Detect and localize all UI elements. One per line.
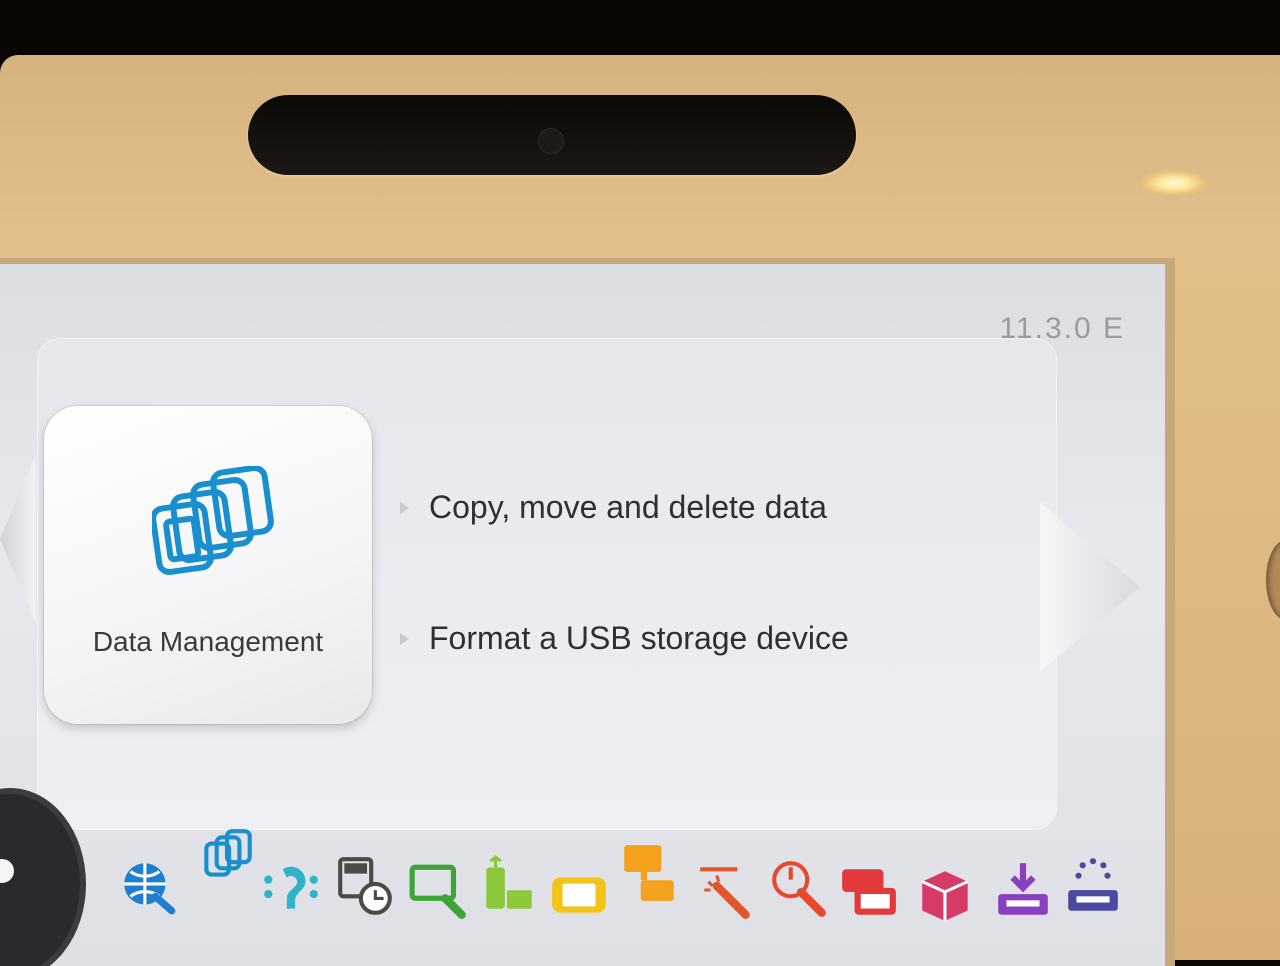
screen-settings-icon[interactable] [408, 859, 470, 921]
menu-item-copy-move-delete[interactable]: Copy, move and delete data [400, 489, 827, 526]
bullet-arrow-icon [400, 501, 409, 514]
menu-item-format-usb[interactable]: Format a USB storage device [400, 620, 849, 657]
tv-remote-icon[interactable] [478, 853, 540, 915]
stacked-cards-icon [152, 466, 274, 576]
previous-category-arrow[interactable] [0, 454, 36, 624]
power-led [1140, 170, 1208, 196]
bullet-arrow-icon [400, 632, 409, 645]
magic-wand-icon[interactable] [694, 859, 756, 921]
system-settings-screen: 11.3.0 E Data Management Copy, move and … [0, 258, 1175, 966]
next-category-arrow[interactable] [1040, 502, 1140, 672]
menu-item-label: Copy, move and delete data [429, 489, 827, 525]
console-info-icon[interactable] [838, 861, 900, 923]
category-icon-strip [110, 819, 1160, 959]
system-transfer-icon[interactable] [916, 863, 978, 925]
tv-display-icon[interactable] [618, 841, 680, 903]
date-time-icon[interactable] [334, 855, 396, 917]
system-update-icon[interactable] [992, 859, 1054, 921]
power-options-icon[interactable] [768, 857, 830, 919]
format-console-icon[interactable] [1062, 855, 1124, 917]
selected-category-card[interactable]: Data Management [44, 406, 372, 724]
camera-icon [538, 128, 564, 154]
menu-item-label: Format a USB storage device [429, 620, 849, 656]
accessibility-icon[interactable] [260, 859, 322, 921]
internet-wrench-icon[interactable] [118, 855, 180, 917]
gamepad-icon[interactable] [548, 863, 610, 925]
category-title: Data Management [92, 626, 324, 657]
data-management-icon[interactable] [196, 827, 258, 889]
